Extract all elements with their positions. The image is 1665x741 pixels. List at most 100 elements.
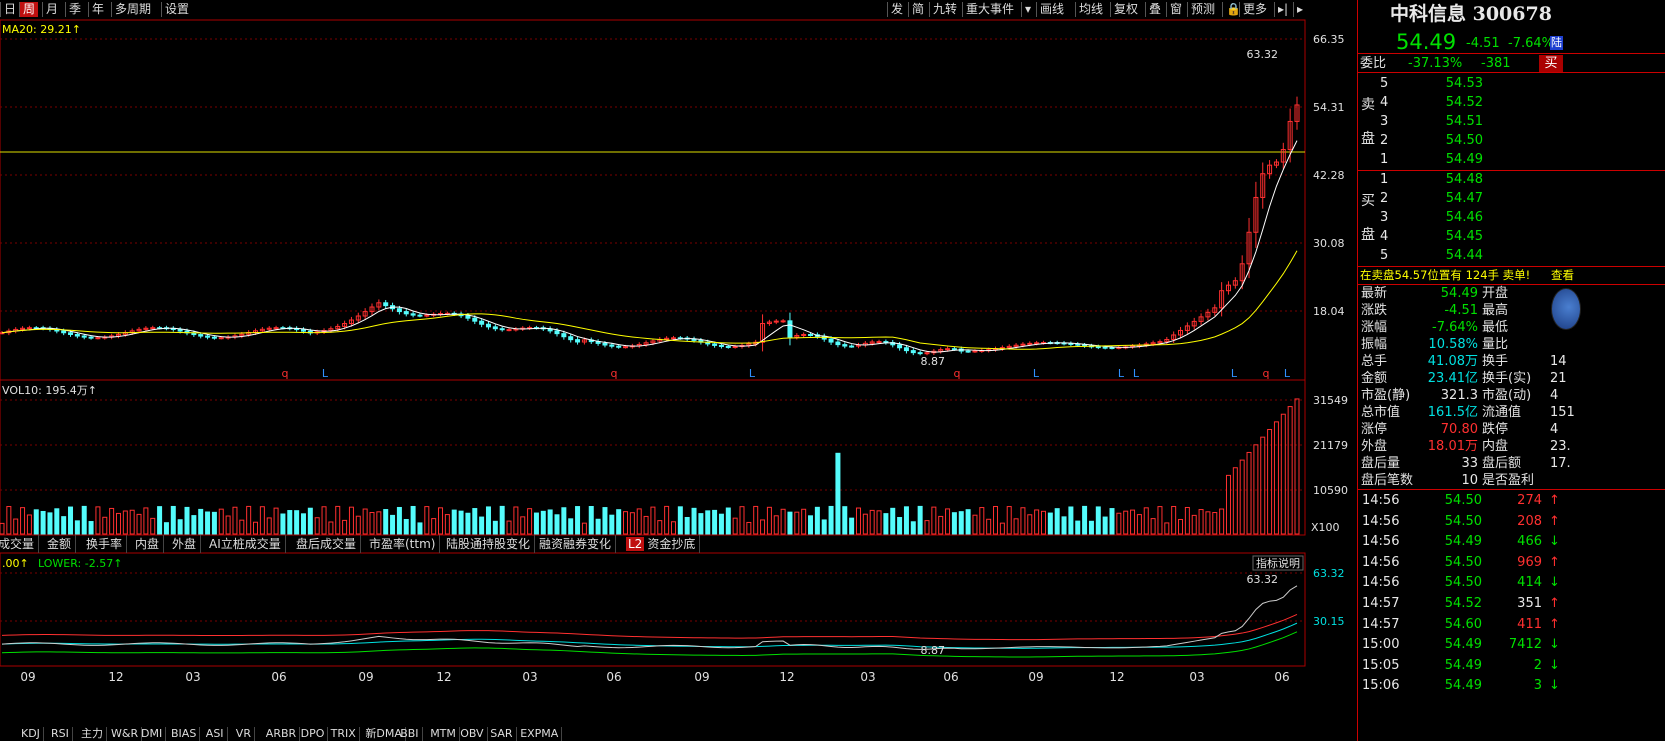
bottom-tab-dpo[interactable]: DPO — [298, 727, 329, 741]
volume-bar — [218, 508, 224, 535]
buy-button[interactable]: 买 — [1539, 55, 1563, 72]
candle-body — [198, 334, 204, 337]
signal-marker: L — [1133, 367, 1140, 380]
bottom-tab-obv[interactable]: OBV — [457, 727, 488, 741]
bottom-tab-trix[interactable]: TRIX — [328, 727, 360, 741]
candle-body — [95, 337, 101, 340]
signal-marker: q — [282, 367, 289, 380]
indicator-tabs: 成交量 金额 换手率 内盘 外盘 AI立桩成交量 盘后成交量 市盈率(ttm) 陆股通持股变化融… — [0, 535, 1355, 553]
volume-panel-frame — [0, 379, 1306, 536]
indicator-tab-3[interactable]: 内盘 — [131, 535, 165, 553]
candle-body — [300, 329, 306, 332]
main-axis-label: 18.04 — [1313, 305, 1345, 318]
volume-bar — [95, 506, 101, 535]
volume-bar — [684, 516, 690, 535]
volume-bar — [506, 520, 512, 535]
bottom-tab-asi[interactable]: ASI — [203, 727, 228, 741]
volume-bar — [897, 517, 903, 535]
volume-bar — [609, 514, 615, 535]
stat-value: 33 — [1461, 456, 1478, 471]
indicator-tab-7[interactable]: 市盈率(ttm) — [365, 535, 441, 553]
volume-bar — [650, 506, 656, 535]
bottom-tab-vr[interactable]: VR — [233, 727, 255, 741]
volume-bar — [184, 506, 190, 535]
arrow-down-icon: ↓ — [1549, 575, 1560, 591]
volume-bar — [157, 506, 163, 535]
quote-panel: 中科信息 300678 54.49 -4.51 -7.64% 陆 委比 -37.… — [1357, 0, 1665, 741]
volume-bar — [40, 510, 46, 535]
volume-bar — [623, 511, 629, 535]
indicator-tab-4[interactable]: 外盘 — [168, 535, 202, 553]
candle-body — [218, 337, 224, 340]
volume-bar — [20, 507, 26, 535]
chart-area: 日周月季年多周期 设置发简九转 重大事件 ▾ 画线 均线 复权叠窗预测 🔒 更多 ▸| ▸ 66.3… — [0, 0, 1355, 741]
indicator-tab-6[interactable]: 盘后成交量 — [292, 535, 362, 553]
volume-bar — [314, 517, 320, 535]
indicator-tab-5[interactable]: AI立桩成交量 — [205, 535, 286, 553]
bottom-tab-bias[interactable]: BIAS — [168, 727, 201, 741]
candle-body — [1027, 342, 1033, 345]
bottom-tab-arbr[interactable]: ARBR — [263, 727, 301, 741]
tick-time: 14:56 — [1362, 513, 1400, 529]
bottom-tab-主力[interactable]: 主力 — [78, 727, 107, 741]
volume-bar — [424, 506, 430, 535]
sell-price: 54.52 — [1445, 95, 1483, 110]
signal-marker: q — [954, 367, 961, 380]
bottom-tab-mtm[interactable]: MTM — [427, 727, 460, 741]
sell-price: 54.50 — [1445, 133, 1483, 148]
volume-bar — [33, 509, 39, 535]
avatar[interactable] — [1551, 288, 1581, 330]
volume-bar — [883, 513, 889, 535]
stat-label-2: 流通值 — [1482, 405, 1522, 420]
volume-bar — [855, 507, 861, 535]
indicator-tab-2[interactable]: 换手率 — [82, 535, 128, 553]
volume-bar — [191, 515, 197, 535]
x-axis-label: 12 — [436, 670, 451, 684]
bottom-tab-sar[interactable]: SAR — [487, 727, 517, 741]
volume-bar — [1013, 518, 1019, 535]
volume-bar — [335, 505, 341, 535]
candle-body — [732, 346, 738, 349]
volume-bar — [68, 506, 74, 535]
bottom-tab-expma[interactable]: EXPMA — [517, 727, 563, 741]
candle-body — [74, 333, 80, 337]
indicator-tab-9[interactable]: 融资融券变化 — [535, 535, 617, 553]
volume-bar — [431, 518, 437, 535]
candle-body — [554, 330, 560, 335]
volume-bar — [88, 521, 94, 535]
volume-bar — [1075, 520, 1081, 535]
bottom-tab-dmi[interactable]: DMI — [138, 727, 167, 741]
volume-bar — [842, 506, 848, 535]
candle-body — [273, 327, 279, 330]
stat-label-2: 内盘 — [1482, 439, 1509, 454]
signal-marker: q — [611, 367, 618, 380]
candle-body — [479, 320, 485, 325]
notice-view-link[interactable]: 查看 — [1551, 267, 1574, 284]
bottom-tab-rsi[interactable]: RSI — [48, 727, 73, 741]
volume-bar — [561, 507, 567, 535]
volume-bar — [1205, 511, 1211, 535]
stat-label: 涨跌 — [1361, 303, 1388, 318]
volume-bar — [280, 513, 286, 535]
bottom-tab-bbi[interactable]: BBI — [397, 727, 423, 741]
kline-chart-canvas[interactable]: 66.35 54.31 42.28 30.08 18.04 MA20: 29.21↑ 315… — [0, 0, 1355, 741]
volume-bar — [1095, 506, 1101, 535]
indicator-tab-0[interactable]: 成交量 — [0, 535, 40, 553]
bottom-tab-w&r[interactable]: W&R — [108, 727, 143, 741]
volume-bar — [451, 509, 457, 535]
volume-bar — [746, 521, 752, 535]
bottom-tab-kdj[interactable]: KDJ — [18, 727, 44, 741]
volume-bar — [143, 507, 149, 535]
volume-bar — [1232, 467, 1238, 535]
tick-price: 54.49 — [1444, 637, 1482, 653]
stat-label: 盘后量 — [1361, 456, 1401, 471]
indicator-tab-1[interactable]: 金额 — [43, 535, 77, 553]
moving-average-line — [1, 140, 1298, 353]
indicator-tab-8[interactable]: 陆股通持股变化 — [442, 535, 536, 553]
volume-bar — [328, 521, 334, 535]
indicator-tab-10[interactable]: L2 资金抄底 — [622, 535, 701, 553]
price-change-pct: -7.64% — [1508, 36, 1554, 51]
volume-bar — [965, 509, 971, 535]
volume-bar — [849, 517, 855, 535]
volume-bar — [951, 512, 957, 535]
